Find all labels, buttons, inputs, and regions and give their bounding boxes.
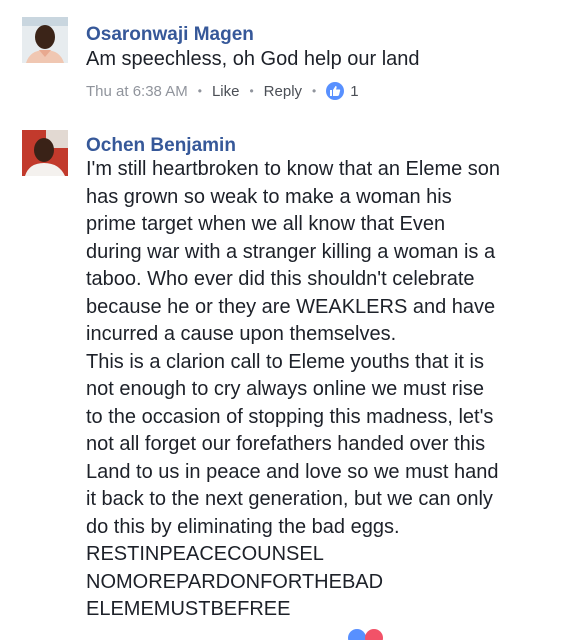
comment-text-line: Land to us in peace and love so we must … xyxy=(86,460,499,483)
like-link[interactable]: Like xyxy=(212,83,240,100)
comment-text-line: incurred a cause upon themselves. xyxy=(86,323,397,345)
comment-text-line: Am speechless, oh God help our land xyxy=(86,48,420,70)
comment-text-line: to the occasion of stopping this madness… xyxy=(86,405,494,428)
comment-meta-cutoff xyxy=(0,624,566,640)
reply-link[interactable]: Reply xyxy=(264,83,302,100)
comment-author[interactable]: Ochen Benjamin xyxy=(86,135,236,157)
reaction-count[interactable]: 1 xyxy=(350,83,358,100)
comment-text-line: not enough to cry always online we must … xyxy=(86,378,484,400)
separator-dot: • xyxy=(249,84,254,98)
comment-text-line: NOMOREPARDONFORTHEBAD xyxy=(86,570,384,593)
comment-text-line: ELEMEMUSTBEFREE xyxy=(86,598,291,620)
comment-text: Am speechless, oh God help our land xyxy=(86,46,556,74)
comment-text-line: because he or they are WEAKLERS and have xyxy=(86,295,496,318)
comment-meta: Thu at 6:38 AM • Like • Reply • 1 xyxy=(86,82,359,100)
thumbs-up-icon[interactable] xyxy=(326,82,345,100)
comment-text-line: do this by eliminating the bad eggs. xyxy=(86,515,400,538)
comment-text: I'm still heartbroken to know that an El… xyxy=(86,156,556,624)
comment-1: Osaronwaji Magen Am speechless, oh God h… xyxy=(0,0,566,115)
avatar[interactable] xyxy=(22,130,68,176)
comment-2: Ochen Benjamin I'm still heartbroken to … xyxy=(0,115,566,640)
comment-text-line: during war with a stranger killing a wom… xyxy=(86,240,496,263)
comment-text-line: I'm still heartbroken to know that an El… xyxy=(86,158,501,180)
separator-dot: • xyxy=(312,84,317,98)
comment-timestamp[interactable]: Thu at 6:38 AM xyxy=(86,83,188,100)
like-reaction-icon xyxy=(348,629,366,640)
comment-author[interactable]: Osaronwaji Magen xyxy=(86,24,254,46)
avatar[interactable] xyxy=(22,17,68,63)
comment-text-line: This is a clarion call to Eleme youths t… xyxy=(86,350,484,373)
comment-text-line: has grown so weak to make a woman his xyxy=(86,185,452,208)
comment-text-line: prime target when we all know that Even xyxy=(86,213,446,235)
separator-dot: • xyxy=(197,84,202,98)
comment-text-line: not all forget our forefathers handed ov… xyxy=(86,433,486,455)
comment-text-line: taboo. Who ever did this shouldn't celeb… xyxy=(86,268,475,290)
comment-text-line: RESTINPEACECOUNSEL xyxy=(86,543,324,565)
love-reaction-icon xyxy=(365,629,383,640)
comment-text-line: it back to the next generation, but we c… xyxy=(86,488,493,510)
